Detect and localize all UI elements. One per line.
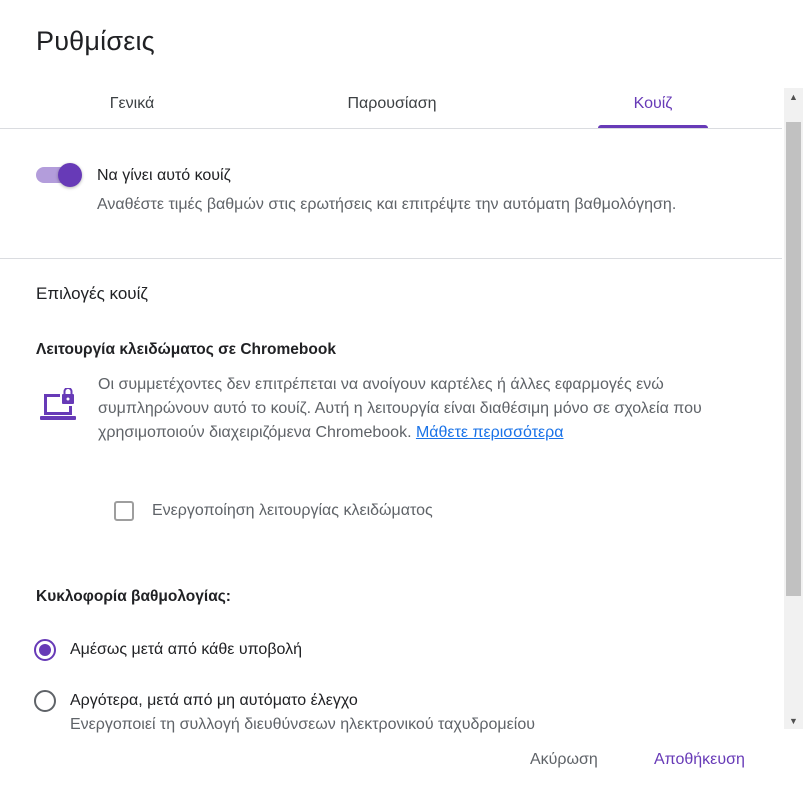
section-divider [0, 258, 782, 259]
locked-mode-description-text: Οι συμμετέχοντες δεν επιτρέπεται να ανοί… [98, 376, 702, 441]
toggle-thumb [58, 163, 82, 187]
vertical-scrollbar[interactable]: ▲ ▼ [784, 88, 803, 729]
cancel-button[interactable]: Ακύρωση [530, 742, 598, 778]
make-quiz-description: Αναθέστε τιμές βαθμών στις ερωτήσεις και… [97, 196, 677, 213]
tab-presentation-label: Παρουσίαση [347, 95, 437, 112]
tab-general-label: Γενικά [109, 95, 155, 112]
scroll-down-arrow-icon[interactable]: ▼ [784, 712, 803, 729]
release-immediately-label: Αμέσως μετά από κάθε υποβολή [70, 641, 303, 658]
release-later-sublabel: Ενεργοποιεί τη συλλογή διευθύνσεων ηλεκτ… [70, 716, 535, 733]
release-immediately-radio[interactable] [34, 639, 56, 661]
tab-general[interactable]: Γενικά [70, 80, 194, 128]
dialog-title: Ρυθμίσεις [36, 26, 155, 56]
tab-quiz[interactable]: Κουίζ [598, 80, 708, 128]
laptop-lock-icon [40, 388, 76, 420]
settings-dialog: Ρυθμίσεις Γενικά Παρουσίαση Κουίζ Να γίν… [0, 0, 809, 805]
quiz-options-heading: Επιλογές κουίζ [36, 284, 148, 303]
save-button[interactable]: Αποθήκευση [654, 742, 745, 778]
release-later-radio[interactable] [34, 690, 56, 712]
tab-bar: Γενικά Παρουσίαση Κουίζ [0, 80, 782, 128]
enable-locked-mode-label: Ενεργοποίηση λειτουργίας κλειδώματος [152, 502, 433, 519]
tab-presentation[interactable]: Παρουσίαση [310, 80, 474, 128]
make-quiz-title: Να γίνει αυτό κουίζ [97, 167, 231, 184]
learn-more-link[interactable]: Μάθετε περισσότερα [416, 424, 564, 441]
enable-locked-mode-checkbox[interactable] [114, 501, 134, 521]
locked-mode-description: Οι συμμετέχοντες δεν επιτρέπεται να ανοί… [98, 373, 738, 445]
scroll-up-arrow-icon[interactable]: ▲ [784, 88, 803, 105]
scroll-thumb[interactable] [786, 122, 801, 596]
tab-quiz-label: Κουίζ [633, 95, 673, 112]
locked-mode-heading: Λειτουργία κλειδώματος σε Chromebook [36, 341, 336, 358]
quiz-settings-panel: Να γίνει αυτό κουίζ Αναθέστε τιμές βαθμώ… [0, 129, 782, 734]
release-later-label: Αργότερα, μετά από μη αυτόματο έλεγχο [70, 692, 358, 709]
make-quiz-toggle[interactable] [36, 163, 88, 187]
grade-release-heading: Κυκλοφορία βαθμολογίας: [36, 588, 231, 605]
